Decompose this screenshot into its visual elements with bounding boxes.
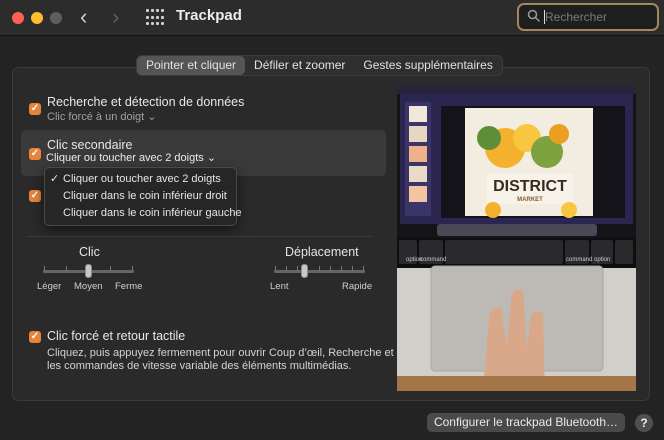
show-all-grid-icon[interactable]: [146, 9, 164, 27]
lookup-gesture-value: Clic forcé à un doigt: [47, 111, 145, 123]
tracking-label-slow: Lent: [270, 281, 289, 292]
laptop-preview-illustration: DISTRICT MARKET option command command o…: [397, 86, 636, 391]
configure-bluetooth-trackpad-button[interactable]: Configurer le trackpad Bluetooth…: [427, 413, 625, 432]
tracking-slider-knob[interactable]: [300, 264, 308, 278]
tracking-slider-title: Déplacement: [285, 245, 359, 259]
force-click-label: Clic forcé et retour tactile: [47, 329, 186, 343]
force-click-checkbox[interactable]: ✓: [29, 331, 41, 343]
secondary-click-value: Cliquer ou toucher avec 2 doigts: [46, 152, 204, 164]
secondary-click-menu: ✓ Cliquer ou toucher avec 2 doigts Clique…: [44, 167, 242, 226]
slider-tick: [297, 266, 298, 271]
slider-tick: [66, 266, 67, 271]
slider-tick: [286, 266, 287, 271]
menu-item-bottom-right[interactable]: Cliquer dans le coin inférieur droit: [45, 188, 236, 205]
menu-item-label: Cliquer ou toucher avec 2 doigts: [63, 173, 221, 185]
close-button[interactable]: [12, 12, 24, 24]
minimize-button[interactable]: [31, 12, 43, 24]
click-label-medium: Moyen: [74, 281, 103, 292]
slider-tick: [363, 266, 364, 271]
slider-tick: [275, 266, 276, 271]
menu-item-label: Cliquer dans le coin inférieur droit: [63, 190, 227, 202]
help-button[interactable]: ?: [635, 414, 653, 432]
poster-subtitle: MARKET: [517, 197, 543, 203]
force-click-description-1: Cliquez, puis appuyez fermement pour ouv…: [47, 347, 394, 359]
tab-scroll-zoom[interactable]: Défiler et zoomer: [245, 56, 354, 75]
slider-tick: [319, 266, 320, 271]
divider: [27, 236, 372, 237]
secondary-click-popup[interactable]: Cliquer ou toucher avec 2 doigts ⌄: [46, 151, 216, 166]
slider-tick: [44, 266, 45, 271]
menu-item-bottom-left[interactable]: Cliquer dans le coin inférieur gauche: [45, 205, 242, 222]
slider-tick: [132, 266, 133, 271]
slider-tick: [352, 266, 353, 271]
search-field[interactable]: [517, 3, 659, 31]
tab-pointer-click[interactable]: Pointer et cliquer: [137, 56, 246, 75]
tracking-label-fast: Rapide: [342, 281, 373, 292]
lookup-label: Recherche et détection de données: [47, 95, 245, 109]
tab-more-gestures[interactable]: Gestes supplémentaires: [354, 56, 501, 75]
command-key-right-label: command: [566, 257, 592, 263]
lookup-checkbox[interactable]: ✓: [29, 103, 41, 115]
click-label-firm: Ferme: [115, 281, 143, 292]
tab-bar: Pointer et cliquer Défiler et zoomer Ges…: [136, 55, 503, 76]
lookup-gesture-popup[interactable]: Clic forcé à un doigt ⌄: [47, 110, 157, 123]
slider-tick: [341, 266, 342, 271]
menu-item-label: Cliquer dans le coin inférieur gauche: [63, 207, 242, 219]
chevron-down-icon: ⌄: [206, 152, 217, 164]
checkmark-icon: ✓: [50, 173, 60, 185]
force-click-description-2: les commandes de vitesse variable des él…: [47, 360, 352, 372]
window-title: Trackpad: [176, 7, 242, 24]
option-key-right-label: option: [594, 257, 610, 263]
titlebar: ‹ › Trackpad: [0, 0, 664, 36]
search-icon: [527, 9, 541, 23]
system-preferences-window: ‹ › Trackpad Pointer et cliquer Défiler …: [0, 0, 664, 440]
tap-to-click-checkbox[interactable]: ✓: [29, 190, 41, 202]
click-slider-knob[interactable]: [84, 264, 92, 278]
click-slider-title: Clic: [79, 245, 100, 259]
gesture-preview-video: DISTRICT MARKET option command command o…: [397, 86, 636, 391]
command-key-left-label: command: [420, 257, 446, 263]
menu-item-two-fingers[interactable]: ✓ Cliquer ou toucher avec 2 doigts: [45, 171, 236, 188]
forward-chevron-icon[interactable]: ›: [112, 6, 119, 28]
search-input[interactable]: [545, 8, 653, 26]
secondary-click-checkbox[interactable]: ✓: [29, 148, 41, 160]
click-label-light: Léger: [37, 281, 62, 292]
chevron-down-icon: ⌄: [147, 111, 157, 123]
zoom-button[interactable]: [50, 12, 62, 24]
back-chevron-icon[interactable]: ‹: [80, 6, 87, 28]
slider-tick: [330, 266, 331, 271]
poster-title: DISTRICT: [493, 178, 567, 195]
slider-tick: [110, 266, 111, 271]
secondary-click-label: Clic secondaire: [47, 138, 133, 152]
